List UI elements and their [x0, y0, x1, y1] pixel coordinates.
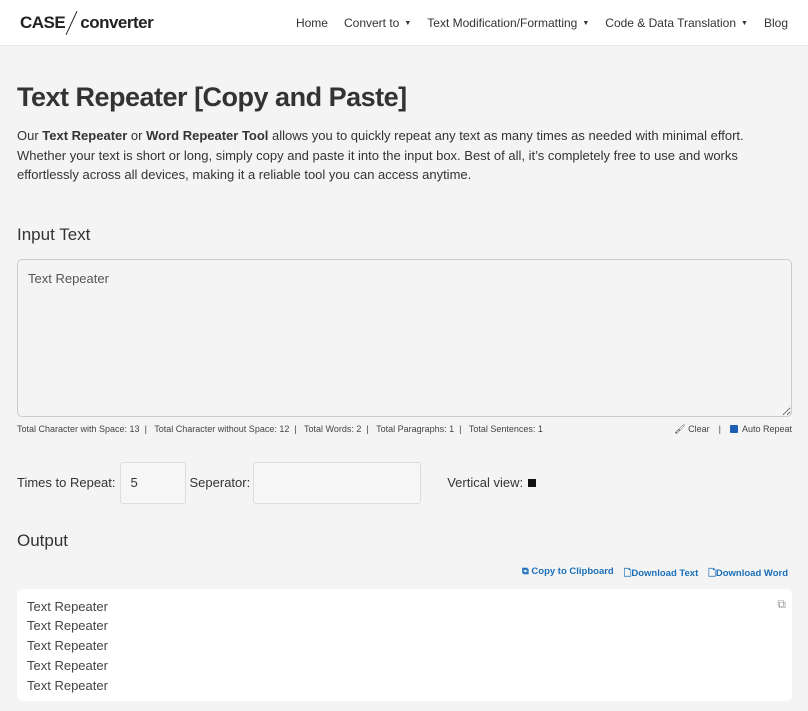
output-line: Text Repeater [27, 657, 108, 673]
divider: | [366, 423, 369, 434]
intro-paragraph: Our Text Repeater or Word Repeater Tool … [17, 126, 791, 185]
logo-slash [65, 10, 78, 35]
input-tools: 🖌 Clear | Auto Repeat [674, 424, 792, 435]
divider: | [144, 423, 147, 434]
clear-button[interactable]: 🖌 Clear [674, 424, 709, 435]
auto-repeat-label: Auto Repeat [741, 424, 792, 434]
copy-label: Copy to Clipboard [531, 565, 614, 577]
intro-text: Our [17, 128, 43, 143]
output-line: Text Repeater [27, 618, 108, 634]
output-actions: ⧉ Copy to Clipboard 🗋Download Text 🗋Down… [17, 566, 788, 582]
auto-repeat-checkbox[interactable] [729, 425, 738, 433]
caret-down-icon: ▼ [404, 19, 412, 27]
logo-text-case: CASE [20, 12, 66, 32]
stats-list: Total Character with Space: 13 | Total Ch… [17, 424, 543, 435]
nav-label: Convert to [343, 15, 400, 30]
intro-text: or [127, 128, 147, 143]
file-icon: 🗋 [708, 567, 716, 579]
download-text-label: Download Text [631, 567, 699, 579]
logo[interactable]: CASE converter [20, 10, 154, 36]
output-heading: Output [17, 530, 69, 550]
nav-text-modification[interactable]: Text Modification/Formatting ▼ [427, 16, 589, 30]
copy-icon[interactable]: ⧉ [777, 595, 786, 615]
download-word-button[interactable]: 🗋Download Word [708, 566, 788, 582]
repeat-controls: Times to Repeat: Seperator: Vertical vie… [17, 461, 791, 504]
vertical-view-label: Vertical view: [447, 475, 524, 490]
nav-convert-to[interactable]: Convert to ▼ [344, 16, 411, 30]
nav-blog[interactable]: Blog [764, 16, 788, 30]
times-input[interactable] [119, 461, 186, 504]
output-line: Text Repeater [27, 598, 108, 614]
output-line: Text Repeater [27, 638, 108, 654]
caret-down-icon: ▼ [582, 19, 590, 27]
stats-bar: Total Character with Space: 13 | Total Ch… [17, 424, 792, 435]
times-label: Times to Repeat: [17, 475, 116, 490]
nav-label: Blog [763, 15, 788, 30]
nav-menu: Home Convert to ▼ Text Modification/Forma… [296, 16, 788, 30]
stat-paragraphs: Total Paragraphs: 1 [376, 423, 455, 434]
nav-home[interactable]: Home [296, 16, 328, 30]
stat-sentences: Total Sentences: 1 [468, 423, 543, 434]
nav-label: Home [295, 15, 328, 30]
main-content: Text Repeater [Copy and Paste] Our Text … [0, 82, 808, 701]
nav-label: Code & Data Translation [605, 15, 737, 30]
intro-bold: Text Repeater [42, 128, 128, 143]
output-line: Text Repeater [27, 677, 108, 693]
brush-icon: 🖌 [674, 423, 686, 434]
copy-icon: ⧉ [521, 565, 529, 577]
separator-input[interactable] [253, 461, 422, 504]
input-heading: Input Text [17, 224, 91, 244]
nav-label: Text Modification/Formatting [427, 15, 578, 30]
download-text-button[interactable]: 🗋Download Text [624, 566, 699, 582]
intro-bold: Word Repeater Tool [146, 128, 269, 143]
nav-code-data[interactable]: Code & Data Translation ▼ [605, 16, 748, 30]
logo-text-converter: converter [80, 12, 154, 32]
output-box[interactable]: ⧉ Text Repeater Text Repeater Text Repea… [17, 588, 792, 701]
stat-char-without-space: Total Character without Space: 12 [154, 423, 290, 434]
copy-to-clipboard-button[interactable]: ⧉ Copy to Clipboard [522, 566, 614, 582]
divider: | [294, 423, 297, 434]
stat-words: Total Words: 2 [304, 423, 362, 434]
top-nav: CASE converter Home Convert to ▼ Text Modi… [0, 0, 808, 46]
download-word-label: Download Word [715, 567, 788, 579]
clear-label: Clear [688, 423, 710, 434]
page-title: Text Repeater [Copy and Paste] [17, 82, 407, 112]
divider: | [718, 424, 721, 434]
separator-label: Seperator: [189, 475, 251, 490]
vertical-view-checkbox[interactable] [528, 478, 537, 487]
divider: | [459, 423, 462, 434]
stat-char-with-space: Total Character with Space: 13 [17, 423, 140, 434]
input-textarea[interactable]: Text Repeater [17, 258, 792, 417]
caret-down-icon: ▼ [741, 19, 748, 27]
